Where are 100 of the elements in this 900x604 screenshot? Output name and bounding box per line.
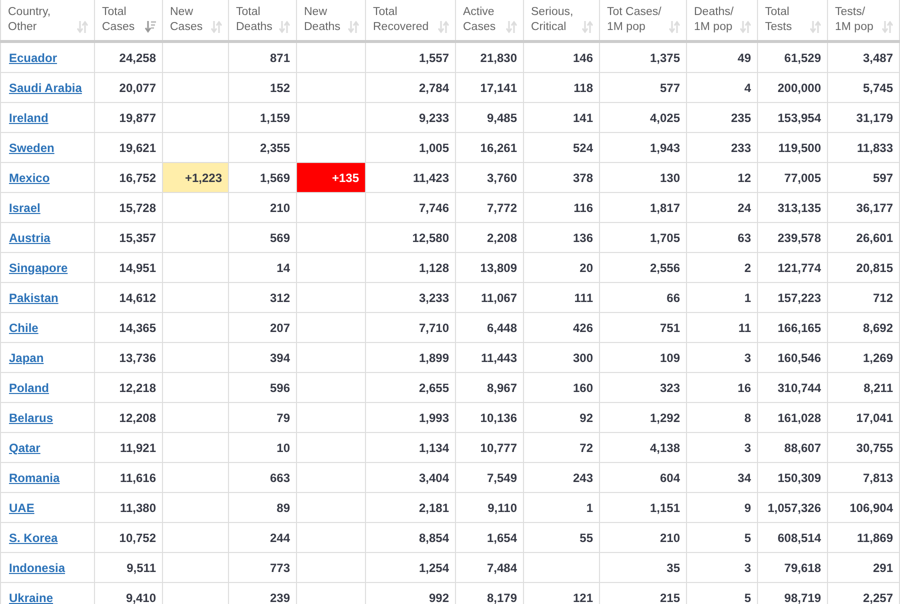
sort-icon[interactable] (669, 21, 680, 33)
table-cell: 35 (666, 560, 680, 574)
table-cell: 577 (660, 80, 680, 94)
sort-icon[interactable] (582, 21, 593, 33)
table-cell: 524 (572, 140, 593, 154)
table-cell: 3 (744, 560, 751, 574)
table-cell: 663 (270, 470, 290, 484)
table-cell: 26,601 (856, 230, 893, 244)
table-cell: 12,218 (119, 380, 156, 394)
table-cell: 10 (276, 440, 290, 454)
table-cell: 215 (660, 590, 680, 604)
table-cell: 17,041 (856, 410, 893, 424)
table-cell: 210 (660, 530, 680, 544)
table-cell: 2,556 (650, 260, 680, 274)
table-cell: 9,110 (488, 500, 517, 514)
table-cell: 1,269 (862, 350, 893, 364)
table-cell: 9,410 (126, 590, 156, 604)
header-label: Deaths/ 1M pop (694, 5, 735, 35)
table-cell: 61,529 (784, 50, 821, 64)
sort-icon[interactable] (279, 21, 290, 33)
table-cell: 119,500 (778, 140, 821, 154)
country-link[interactable]: Ireland (9, 110, 48, 124)
table-cell: 121 (572, 590, 593, 604)
sort-icon[interactable] (810, 21, 821, 33)
table-cell: 11,067 (480, 290, 517, 304)
sort-icon[interactable] (438, 21, 449, 33)
table-cell: 773 (270, 560, 290, 574)
table-cell: 1,151 (650, 500, 680, 514)
table-cell: 11,833 (856, 140, 893, 154)
table-cell: 10,752 (119, 530, 156, 544)
table-cell: 6,448 (486, 320, 517, 334)
table-cell: 210 (270, 200, 290, 214)
table-cell: 11,423 (412, 170, 449, 184)
table-cell: 2,655 (418, 380, 449, 394)
table-cell: 3,404 (418, 470, 449, 484)
table-cell: 2,257 (862, 590, 893, 604)
table-cell: 19,877 (119, 110, 156, 124)
table-cell: 8 (744, 410, 751, 424)
table-cell: 14 (276, 260, 290, 274)
table-cell: 312 (270, 290, 290, 304)
header-label: Active Cases (463, 5, 497, 35)
table-cell: 17,141 (480, 80, 517, 94)
table-cell: 596 (270, 380, 290, 394)
country-link[interactable]: Qatar (9, 440, 40, 454)
table-cell: 34 (738, 470, 751, 484)
table-cell: 166,165 (778, 320, 821, 334)
table-cell: 712 (872, 290, 893, 304)
table-cell: 871 (270, 50, 290, 64)
sort-icon[interactable] (506, 21, 517, 33)
header-label: Tests/ 1M pop (835, 5, 874, 35)
table-cell: 20,815 (856, 260, 893, 274)
table-cell: 20,077 (119, 80, 156, 94)
table-cell: 8,211 (864, 380, 893, 394)
sort-icon[interactable] (740, 21, 751, 33)
table-cell: 161,028 (778, 410, 821, 424)
header-label: Country, Other (8, 5, 52, 35)
table-cell: 7,813 (862, 470, 893, 484)
table-cell: 300 (572, 350, 593, 364)
table-cell: 751 (660, 320, 680, 334)
table-cell: 8,179 (486, 590, 517, 604)
table-cell: 11,616 (120, 470, 156, 484)
table-cell: 8,854 (418, 530, 449, 544)
sort-icon[interactable] (882, 21, 893, 33)
header-label: Tot Cases/ 1M pop (607, 5, 662, 35)
country-link[interactable]: Chile (9, 320, 38, 334)
table-cell: 16,752 (119, 170, 156, 184)
table-cell: 14,365 (119, 320, 156, 334)
table-cell: 11,380 (120, 500, 156, 514)
table-cell: 13,736 (119, 350, 156, 364)
table-cell: 116 (574, 200, 593, 214)
header-label: New Deaths (304, 5, 342, 35)
table-cell: 207 (270, 320, 290, 334)
table-cell: 1,654 (486, 530, 517, 544)
sort-icon[interactable] (348, 21, 359, 33)
table-cell: 235 (730, 110, 751, 124)
table-cell: 426 (572, 320, 593, 334)
country-link[interactable]: Japan (9, 350, 44, 364)
table-cell: 66 (666, 290, 680, 304)
table-cell: 9,233 (418, 110, 449, 124)
table-cell: 106,904 (850, 500, 893, 514)
table-cell: 1,569 (260, 170, 290, 184)
table-cell: 378 (572, 170, 593, 184)
table-cell: 7,710 (418, 320, 449, 334)
table-cell: 21,830 (480, 50, 517, 64)
sort-icon[interactable] (77, 21, 88, 33)
table-cell: 152 (270, 80, 290, 94)
table-cell: 1,705 (650, 230, 680, 244)
table-cell: 92 (580, 410, 593, 424)
country-link[interactable]: UAE (9, 500, 34, 514)
table-cell: 1,254 (418, 560, 449, 574)
country-link[interactable]: Israel (9, 200, 40, 214)
table-cell: 24 (738, 200, 751, 214)
table-cell: 160 (572, 380, 593, 394)
table-cell: 5,745 (862, 80, 893, 94)
table-cell: 141 (572, 110, 593, 124)
sort-icon[interactable] (211, 21, 222, 33)
table-cell: 7,484 (486, 560, 517, 574)
table-cell: 597 (872, 170, 893, 184)
table-cell: 89 (276, 500, 290, 514)
sort-descending-icon[interactable] (145, 21, 156, 33)
